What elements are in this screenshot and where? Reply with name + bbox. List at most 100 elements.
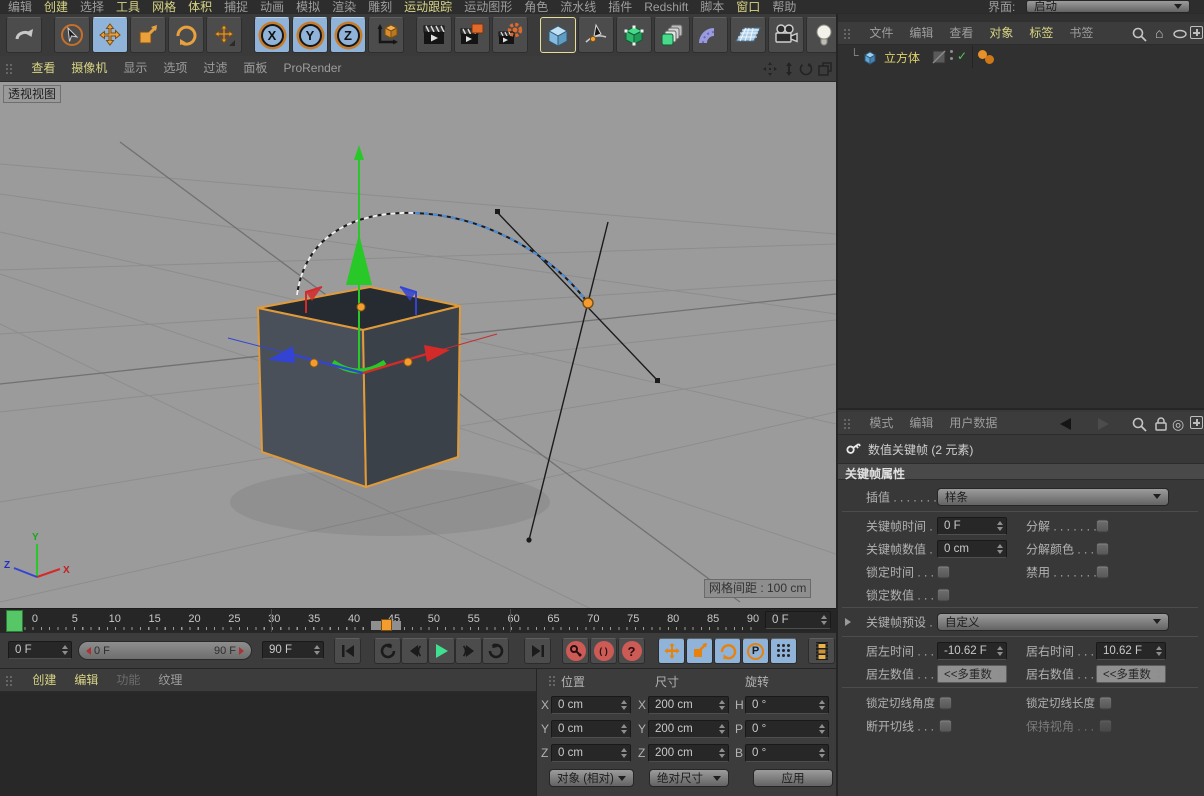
breakdown-color-checkbox[interactable] bbox=[1096, 542, 1109, 555]
spinner[interactable] bbox=[819, 615, 828, 625]
render-picture-viewer-button[interactable] bbox=[454, 17, 490, 53]
size-x-field[interactable]: 200 cm bbox=[648, 696, 729, 714]
move-tool-button[interactable] bbox=[92, 17, 128, 53]
menu-item[interactable]: 雕刻 bbox=[362, 0, 398, 14]
menu-item[interactable]: 工具 bbox=[110, 0, 146, 14]
add-icon[interactable] bbox=[1190, 26, 1203, 39]
menu-item[interactable]: 捕捉 bbox=[218, 0, 254, 14]
mute-checkbox[interactable] bbox=[1096, 565, 1109, 578]
last-tool-button[interactable] bbox=[206, 17, 242, 53]
coord-mode-dropdown[interactable]: 对象 (相对) bbox=[549, 769, 634, 787]
menu-item[interactable]: 编辑 bbox=[2, 0, 38, 14]
menu-item[interactable]: 运动图形 bbox=[458, 0, 518, 14]
menu-item[interactable]: 插件 bbox=[602, 0, 638, 14]
material-menu-item[interactable]: 功能 bbox=[107, 669, 149, 691]
breakdown-checkbox[interactable] bbox=[1096, 519, 1109, 532]
keyframe-scale-button[interactable] bbox=[686, 638, 713, 664]
gizmo-y-tip[interactable] bbox=[354, 145, 364, 160]
panel-grip[interactable] bbox=[549, 676, 551, 678]
key-time-field[interactable]: 0 F bbox=[937, 517, 1007, 535]
menu-item[interactable]: 体积 bbox=[182, 0, 218, 14]
lock-tangent-length-checkbox[interactable] bbox=[1099, 696, 1112, 709]
am-menu-item[interactable]: 用户数据 bbox=[941, 412, 1005, 434]
pos-x-field[interactable]: 0 cm bbox=[551, 696, 631, 714]
camera-button[interactable] bbox=[768, 17, 804, 53]
material-menu-item[interactable]: 纹理 bbox=[149, 669, 191, 691]
keep-view-checkbox[interactable] bbox=[1099, 719, 1112, 732]
floor-button[interactable] bbox=[730, 17, 766, 53]
spline-pen-button[interactable] bbox=[578, 17, 614, 53]
viewport-menu-item[interactable]: 显示 bbox=[115, 56, 155, 81]
scale-tool-button[interactable] bbox=[130, 17, 166, 53]
keyframe-parameter-button[interactable]: P bbox=[742, 638, 769, 664]
record-key-button[interactable] bbox=[562, 638, 589, 664]
lock-tangent-angle-checkbox[interactable] bbox=[939, 696, 952, 709]
viewport-menu-item[interactable]: 过滤 bbox=[195, 56, 235, 81]
undo-button[interactable] bbox=[6, 17, 42, 53]
keyframe-marker[interactable] bbox=[381, 619, 392, 631]
right-time-field[interactable]: 10.62 F bbox=[1096, 642, 1166, 660]
end-frame-field[interactable]: 90 F bbox=[262, 641, 324, 659]
viewport-menu-item[interactable]: 查看 bbox=[23, 56, 63, 81]
ruler-frame-field[interactable]: 0 F bbox=[765, 611, 831, 629]
om-menu-item[interactable]: 文件 bbox=[861, 22, 901, 44]
menu-item[interactable]: 渲染 bbox=[326, 0, 362, 14]
menu-item[interactable]: 帮助 bbox=[766, 0, 802, 14]
material-menu-item[interactable]: 创建 bbox=[23, 669, 65, 691]
expand-caret-icon[interactable] bbox=[845, 618, 851, 626]
pos-z-field[interactable]: 0 cm bbox=[551, 744, 631, 762]
keyframe-rotation-button[interactable] bbox=[714, 638, 741, 664]
lock-value-checkbox[interactable] bbox=[937, 588, 950, 601]
frame-range-slider[interactable]: 0 F 90 F bbox=[78, 641, 252, 660]
prev-key-button[interactable] bbox=[374, 638, 401, 664]
om-menu-item[interactable]: 对象 bbox=[981, 22, 1021, 44]
add-icon[interactable] bbox=[1190, 416, 1203, 429]
material-menu-item[interactable]: 编辑 bbox=[65, 669, 107, 691]
preset-dropdown[interactable]: 自定义 bbox=[937, 613, 1169, 631]
lock-y-axis-button[interactable]: Y bbox=[292, 17, 328, 53]
menu-item[interactable]: 动画 bbox=[254, 0, 290, 14]
keyframe-pla-button[interactable] bbox=[770, 638, 797, 664]
range-left-arrow[interactable] bbox=[86, 647, 91, 655]
coordinate-system-button[interactable] bbox=[368, 17, 404, 53]
right-value-field[interactable]: <<多重数 bbox=[1096, 665, 1166, 683]
lock-z-axis-button[interactable]: Z bbox=[330, 17, 366, 53]
gizmo-y-handle[interactable] bbox=[357, 303, 365, 311]
menu-item[interactable]: 选择 bbox=[74, 0, 110, 14]
lock-x-axis-button[interactable]: X bbox=[254, 17, 290, 53]
gizmo-z-handle[interactable] bbox=[310, 359, 318, 367]
subdivision-surface-button[interactable] bbox=[616, 17, 652, 53]
pan-view-icon[interactable] bbox=[762, 61, 778, 77]
object-name[interactable]: 立方体 bbox=[884, 49, 920, 66]
rotate-tool-button[interactable] bbox=[168, 17, 204, 53]
size-y-field[interactable]: 200 cm bbox=[648, 720, 729, 738]
rot-p-field[interactable]: 0 ° bbox=[745, 720, 829, 738]
lock-time-checkbox[interactable] bbox=[937, 565, 950, 578]
panel-grip[interactable] bbox=[6, 64, 8, 66]
enabled-check[interactable]: ✓ bbox=[957, 49, 967, 63]
view-label[interactable]: 透视视图 bbox=[3, 85, 61, 103]
dolly-view-icon[interactable] bbox=[782, 61, 796, 77]
keyframe-point[interactable] bbox=[583, 298, 593, 308]
attribute-object-row[interactable]: 数值关键帧 (2 元素) bbox=[838, 437, 1204, 459]
size-z-field[interactable]: 200 cm bbox=[648, 744, 729, 762]
menu-item[interactable]: 网格 bbox=[146, 0, 182, 14]
key-value-field[interactable]: 0 cm bbox=[937, 540, 1007, 558]
maximize-view-icon[interactable] bbox=[817, 61, 833, 77]
help-button[interactable]: ? bbox=[618, 638, 645, 664]
om-menu-item[interactable]: 编辑 bbox=[901, 22, 941, 44]
panel-grip[interactable] bbox=[844, 29, 846, 31]
om-menu-item[interactable]: 标签 bbox=[1021, 22, 1061, 44]
om-menu-item[interactable]: 书签 bbox=[1061, 22, 1101, 44]
om-menu-item[interactable]: 查看 bbox=[941, 22, 981, 44]
am-menu-item[interactable]: 模式 bbox=[861, 412, 901, 434]
bend-deformer-button[interactable] bbox=[692, 17, 728, 53]
search-icon[interactable] bbox=[1131, 26, 1147, 42]
goto-end-button[interactable] bbox=[524, 638, 551, 664]
menu-item[interactable]: 窗口 bbox=[730, 0, 766, 14]
timeline-window-button[interactable] bbox=[808, 638, 835, 664]
range-right-arrow[interactable] bbox=[239, 647, 244, 655]
goto-start-button[interactable] bbox=[334, 638, 361, 664]
rot-h-field[interactable]: 0 ° bbox=[745, 696, 829, 714]
viewport-menu-item[interactable]: ProRender bbox=[275, 56, 349, 81]
